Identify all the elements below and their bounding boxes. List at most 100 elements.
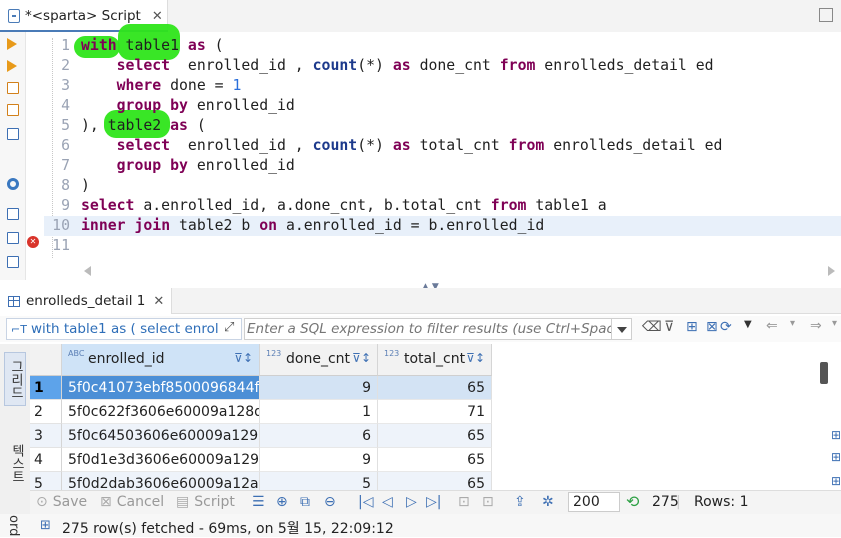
side-panel-icon[interactable]: ⊞ — [831, 450, 841, 464]
sql-function: count — [312, 57, 358, 74]
code-line[interactable]: 3 where done = 1 — [44, 76, 841, 96]
refresh-icon[interactable]: ⟲ — [626, 492, 639, 511]
row-number[interactable]: 1 — [30, 376, 62, 400]
tab-close-icon[interactable]: ✕ — [152, 9, 163, 24]
column-header-done-cnt[interactable]: 123 done_cnt ⊽↕ — [260, 344, 378, 376]
line-number: 7 — [61, 157, 70, 174]
grid-cell-id[interactable]: 5f0d2dab3606e60009a12a40 — [62, 472, 260, 490]
fetch-page-icon[interactable]: ⊡ — [458, 494, 470, 510]
sql-keyword: select — [81, 197, 135, 214]
maximize-icon[interactable] — [819, 8, 833, 22]
execute-in-new-tab-icon[interactable] — [7, 60, 17, 72]
grid-cell-done[interactable]: 9 — [260, 448, 378, 472]
fetch-settings-gear-icon[interactable]: ✲ — [542, 494, 554, 510]
row-number[interactable]: 4 — [30, 448, 62, 472]
settings-gear-icon[interactable] — [7, 178, 19, 190]
sort-filter-icon[interactable]: ⊽↕ — [352, 351, 371, 365]
filter-expression-input[interactable] — [244, 318, 612, 340]
grid-cell-id[interactable]: 5f0c64503606e60009a1293c — [62, 424, 260, 448]
scroll-right-icon[interactable] — [828, 266, 835, 276]
tab-text[interactable]: 텍스트 — [4, 436, 26, 490]
execute-script-new-tab-icon[interactable] — [7, 104, 19, 116]
export-icon[interactable] — [7, 208, 19, 220]
tab-grid[interactable]: 그리드 — [4, 352, 26, 406]
save-script-icon[interactable] — [7, 256, 19, 268]
filter-funnel-icon[interactable]: ⊽ — [664, 319, 677, 335]
sort-filter-icon[interactable]: ⊽↕ — [466, 351, 485, 365]
fetch-all-icon[interactable]: ⊡ — [482, 494, 494, 510]
refresh-options-icon[interactable]: ⟳ — [720, 319, 733, 335]
delete-row-icon[interactable]: ⊖ — [324, 494, 336, 510]
next-page-icon[interactable]: ▷ — [406, 494, 417, 510]
column-label: enrolled_id — [88, 351, 165, 367]
row-number[interactable]: 2 — [30, 400, 62, 424]
expand-icon[interactable]: ⤢ — [224, 320, 234, 335]
filter-settings-icon[interactable]: ⊞ — [686, 319, 699, 335]
code-line[interactable]: 2 select enrolled_id , count(*) as done_… — [44, 56, 841, 76]
nav-forward-icon[interactable]: ⇒ — [810, 318, 823, 334]
first-page-icon[interactable]: |◁ — [358, 494, 373, 510]
grid-cell-done[interactable]: 1 — [260, 400, 378, 424]
code-line[interactable]: 6 select enrolled_id , count(*) as total… — [44, 136, 841, 156]
tab-results[interactable]: enrolleds_detail 1 ✕ — [0, 288, 172, 314]
nav-back-dropdown-icon[interactable]: ▾ — [790, 318, 803, 330]
execute-script-icon[interactable] — [7, 82, 19, 94]
code-line[interactable]: 5), table2 as ( — [44, 116, 841, 136]
grid-cell-done[interactable]: 9 — [260, 376, 378, 400]
grid-vertical-scrollbar[interactable] — [820, 362, 828, 384]
script-file-icon — [8, 9, 20, 23]
script-button[interactable]: ▤ Script — [176, 494, 235, 510]
grid-cell-done[interactable]: 6 — [260, 424, 378, 448]
row-number[interactable]: 3 — [30, 424, 62, 448]
side-panel-icon[interactable]: ⊞ — [831, 474, 841, 488]
grid-cell-done[interactable]: 5 — [260, 472, 378, 490]
grid-cell-total[interactable]: 65 — [378, 376, 492, 400]
side-tab-fragment[interactable]: ord — [6, 515, 21, 536]
code-line[interactable]: 4 group by enrolled_id — [44, 96, 841, 116]
grid-cell-total[interactable]: 65 — [378, 424, 492, 448]
results-grid[interactable]: ABC enrolled_id ⊽↕ 123 done_cnt ⊽↕ 123 t… — [30, 344, 830, 490]
filter-history-dropdown[interactable] — [612, 318, 632, 340]
code-line[interactable]: 10 inner join table2 b on a.enrolled_id =… — [44, 216, 841, 236]
query-text-box[interactable]: ⌐T with table1 as ( select enrol — [6, 318, 242, 340]
grid-cell-id[interactable]: 5f0c41073ebf8500096844f0 — [62, 376, 260, 400]
grid-cell-total[interactable]: 65 — [378, 448, 492, 472]
save-label: Save — [52, 494, 88, 510]
code-line[interactable]: 11 — [44, 236, 841, 256]
nav-forward-dropdown-icon[interactable]: ▾ — [832, 318, 841, 330]
grid-cell-id[interactable]: 5f0d1e3d3606e60009a129b5 — [62, 448, 260, 472]
code-line[interactable]: 9 select a.enrolled_id, a.done_cnt, b.tot… — [44, 196, 841, 216]
add-row-icon[interactable]: ⊕ — [276, 494, 288, 510]
previous-page-icon[interactable]: ◁ — [382, 494, 393, 510]
nav-back-icon[interactable]: ⇐ — [766, 318, 779, 334]
sort-filter-icon[interactable]: ⊽↕ — [234, 351, 253, 365]
grid-cell-total[interactable]: 71 — [378, 400, 492, 424]
row-number-header[interactable] — [30, 344, 62, 376]
refresh-dropdown-icon[interactable]: ▼ — [744, 319, 757, 331]
explain-plan-icon[interactable] — [7, 128, 19, 140]
scroll-left-icon[interactable] — [84, 266, 91, 276]
code-line[interactable]: 8) — [44, 176, 841, 196]
execute-statement-icon[interactable] — [7, 38, 17, 50]
grid-cell-total[interactable]: 65 — [378, 472, 492, 490]
export-data-icon[interactable]: ⇪ — [514, 494, 526, 510]
code-line[interactable]: 1 with table1 as ( — [44, 36, 841, 56]
grid-cell-id[interactable]: 5f0c622f3606e60009a128d9 — [62, 400, 260, 424]
error-marker-icon[interactable]: ✕ — [27, 236, 39, 248]
filter-apply-icon[interactable]: ⊠ — [706, 319, 719, 335]
last-page-icon[interactable]: ▷| — [426, 494, 441, 510]
column-header-enrolled-id[interactable]: ABC enrolled_id ⊽↕ — [62, 344, 260, 376]
load-script-icon[interactable] — [7, 232, 19, 244]
code-line[interactable]: 7 group by enrolled_id — [44, 156, 841, 176]
fetch-size-input[interactable] — [568, 492, 620, 512]
column-header-total-cnt[interactable]: 123 total_cnt ⊽↕ — [378, 344, 492, 376]
clear-filter-icon[interactable]: ⌫ — [642, 319, 662, 335]
side-panel-icon[interactable]: ⊞ — [831, 428, 841, 442]
copy-row-icon[interactable]: ⧉ — [300, 494, 310, 510]
edit-row-icon[interactable]: ☰ — [252, 494, 265, 510]
cancel-button[interactable]: ⊠ Cancel — [100, 494, 164, 510]
row-number[interactable]: 5 — [30, 472, 62, 490]
editor-horizontal-scrollbar[interactable] — [82, 262, 841, 278]
save-button[interactable]: ⊙ Save — [36, 494, 87, 510]
results-tab-close-icon[interactable]: ✕ — [153, 294, 164, 309]
